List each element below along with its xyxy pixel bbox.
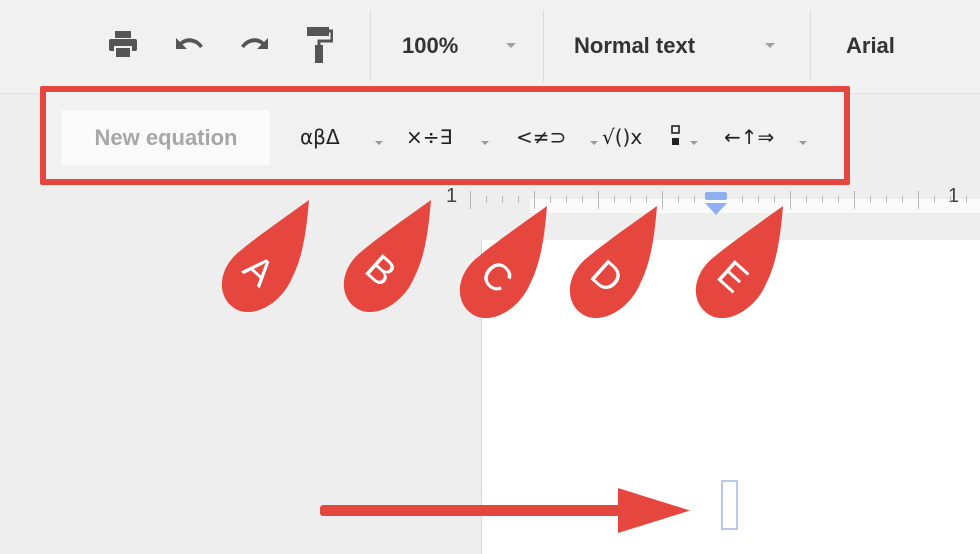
arrows-menu[interactable]: ←↑⇒: [724, 110, 814, 165]
zoom-value: 100%: [402, 33, 459, 58]
equation-toolbar: New equation αβΔ ×÷∃ <≠⊃ √()x ←↑⇒: [40, 86, 850, 185]
ruler-tick: [822, 196, 823, 203]
font-value: Arial: [846, 33, 895, 58]
callout-pin-b: B: [336, 196, 436, 326]
main-toolbar: 100% Normal text Arial: [0, 0, 980, 94]
arrows-symbols: ←↑⇒: [724, 125, 775, 149]
printer-icon[interactable]: [104, 26, 142, 64]
callout-pin-d: D: [562, 202, 662, 332]
ruler-tick: [790, 191, 791, 209]
toolbar-separator: [370, 10, 371, 82]
ruler-tick: [966, 196, 967, 203]
callout-pin-e: E: [688, 202, 788, 332]
ruler-tick: [870, 196, 871, 203]
relations-menu[interactable]: <≠⊃: [516, 110, 600, 165]
ruler-tick: [838, 196, 839, 203]
chevron-down-icon: [690, 141, 698, 145]
callout-pin-a: A: [214, 196, 314, 326]
new-equation-button[interactable]: New equation: [62, 110, 270, 165]
greek-letters-menu[interactable]: αβΔ: [300, 110, 390, 165]
callout-pin-c: C: [452, 202, 552, 332]
misc-operations-menu[interactable]: ×÷∃: [406, 110, 496, 165]
ruler-tick: [678, 196, 679, 203]
chevron-down-icon: [590, 141, 598, 145]
pointer-arrow: [320, 488, 690, 533]
ruler-tick: [662, 191, 663, 209]
math-operators-symbols: √()x: [602, 125, 643, 149]
greek-letters-symbols: αβΔ: [300, 125, 340, 149]
toolbar-separator: [810, 10, 811, 82]
chevron-down-icon: [506, 43, 516, 48]
ruler-tick: [886, 196, 887, 203]
chevron-down-icon: [375, 141, 383, 145]
superscript-subscript-icon: [671, 125, 680, 145]
chevron-down-icon: [799, 141, 807, 145]
style-value: Normal text: [574, 33, 696, 58]
chevron-down-icon: [765, 43, 775, 48]
ruler-tick: [854, 191, 855, 209]
chevron-down-icon: [481, 141, 489, 145]
misc-operations-symbols: ×÷∃: [406, 125, 453, 149]
undo-icon[interactable]: [170, 26, 208, 64]
equation-input-box[interactable]: [721, 480, 738, 530]
toolbar-separator: [543, 10, 544, 82]
ruler-tick: [902, 196, 903, 203]
ruler-tick: [806, 196, 807, 203]
ruler-tick: [918, 191, 919, 209]
ruler-tick: [950, 196, 951, 203]
math-operators-menu[interactable]: √()x: [602, 110, 702, 165]
relations-symbols: <≠⊃: [516, 125, 567, 149]
paint-roller-icon[interactable]: [300, 26, 338, 64]
redo-icon[interactable]: [236, 26, 274, 64]
ruler-tick: [934, 196, 935, 203]
